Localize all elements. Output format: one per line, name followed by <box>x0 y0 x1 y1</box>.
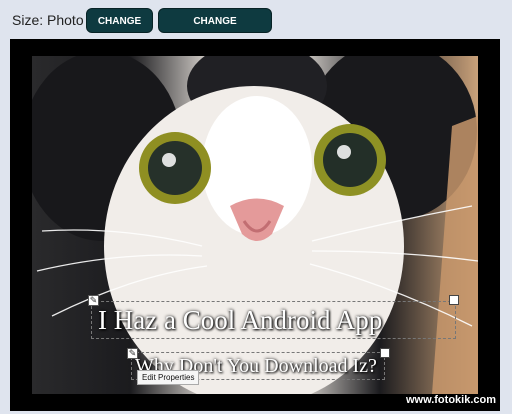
change-background-button[interactable]: CHANGE BACKGROUND <box>158 8 272 52</box>
caption-line-1: I Haz a Cool Android App <box>98 305 383 335</box>
caption-text-box-top[interactable]: I Haz a Cool Android App <box>91 301 456 339</box>
pencil-icon[interactable]: ✎ <box>88 295 99 306</box>
size-label: Size: Photo <box>12 12 84 28</box>
watermark: www.fotokik.com <box>405 394 496 406</box>
change-size-button[interactable]: CHANGE SIZE <box>86 8 153 52</box>
photo-canvas: I Haz a Cool Android App ✎ Why Don't You… <box>10 39 500 411</box>
toolbar: Size: Photo CHANGE SIZE CHANGE BACKGROUN… <box>0 0 512 52</box>
pencil-icon[interactable]: ✎ <box>127 348 138 359</box>
edit-properties-tooltip: Edit Properties <box>137 370 200 385</box>
cat-photo <box>32 56 478 394</box>
resize-handle-icon[interactable] <box>380 348 390 358</box>
resize-handle-icon[interactable] <box>449 295 459 305</box>
cat-illustration <box>32 56 478 394</box>
